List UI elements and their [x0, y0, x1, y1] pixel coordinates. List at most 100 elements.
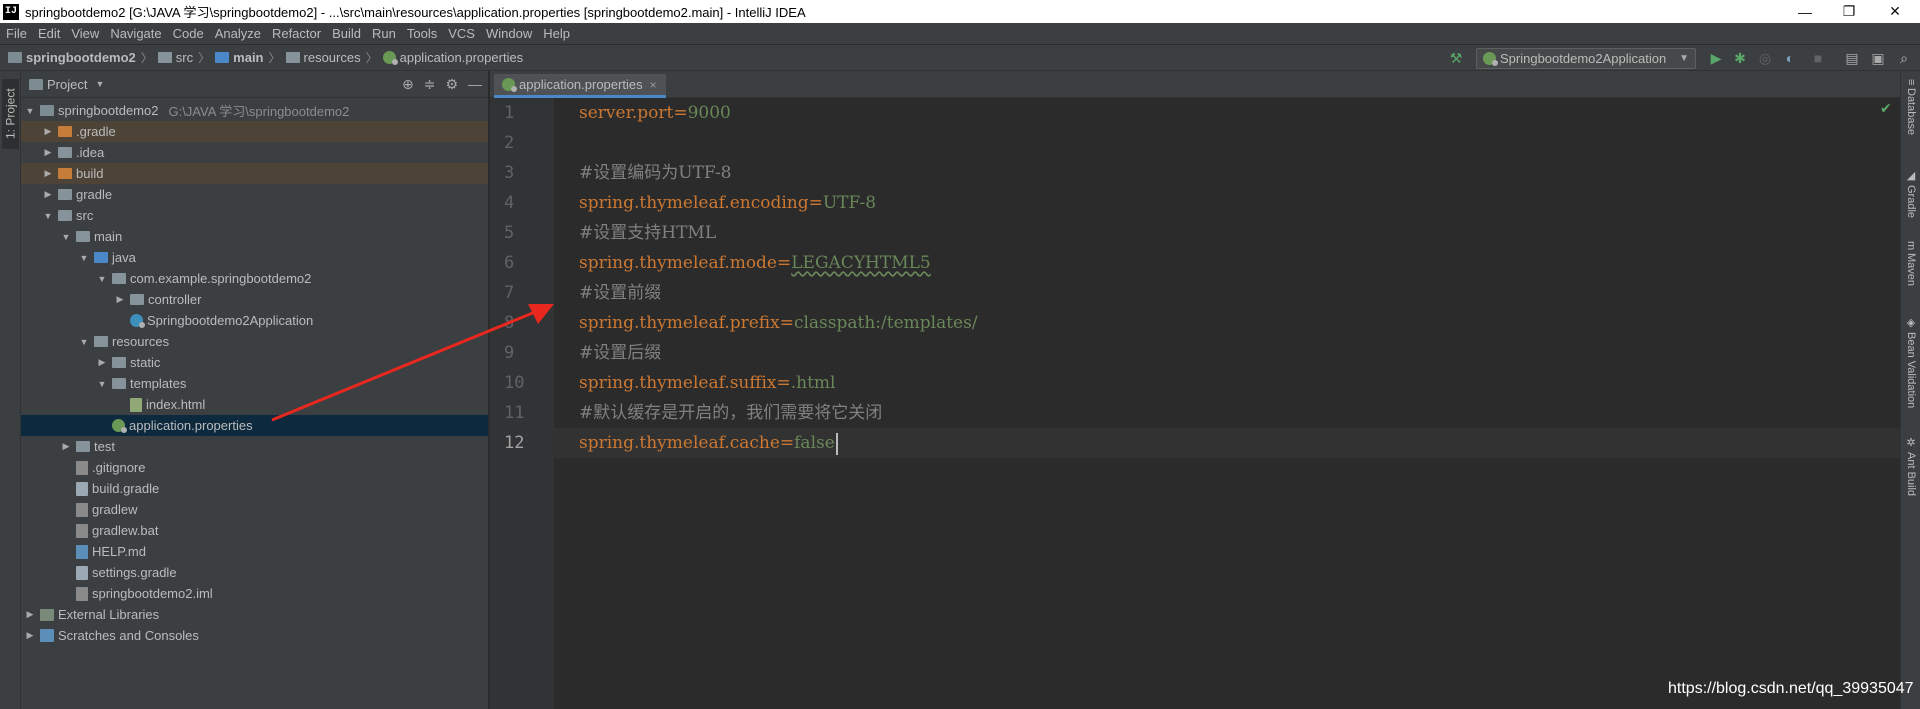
menu-run[interactable]: Run [372, 26, 396, 41]
menu-file[interactable]: File [6, 26, 27, 41]
code-line[interactable]: #设置前缀 [554, 278, 1900, 308]
gradle-tool-tab[interactable]: ◢ Gradle [1903, 169, 1919, 218]
collapsed-arrow-icon[interactable]: ▶ [41, 168, 55, 179]
expanded-arrow-icon[interactable]: ▼ [95, 379, 109, 389]
bean-validation-tool-tab[interactable]: ◈ Bean Validation [1903, 316, 1919, 408]
menu-analyze[interactable]: Analyze [215, 26, 261, 41]
run-icon[interactable]: ▶ [1707, 49, 1725, 67]
project-panel-title[interactable]: Project [47, 77, 87, 92]
debug-icon[interactable]: ✱ [1731, 49, 1749, 67]
menu-view[interactable]: View [71, 26, 99, 41]
close-button[interactable]: ✕ [1872, 0, 1918, 23]
tree-item[interactable]: ▼ com.example.springbootdemo2 [21, 268, 488, 289]
collapsed-arrow-icon[interactable]: ▶ [23, 609, 37, 620]
menu-build[interactable]: Build [332, 26, 361, 41]
hide-icon[interactable]: — [468, 76, 482, 93]
code-line[interactable]: #设置支持HTML [554, 218, 1900, 248]
tree-item[interactable]: ▶ .idea [21, 142, 488, 163]
expanded-arrow-icon[interactable]: ▼ [59, 232, 73, 242]
collapsed-arrow-icon[interactable]: ▶ [41, 147, 55, 158]
expanded-arrow-icon[interactable]: ▼ [77, 337, 91, 347]
tree-item[interactable]: ▶ controller [21, 289, 488, 310]
tree-item[interactable]: ▶ gradle [21, 184, 488, 205]
collapsed-arrow-icon[interactable]: ▶ [95, 357, 109, 368]
hammer-icon[interactable]: ⚒ [1447, 49, 1465, 67]
tree-item[interactable]: ▼ springbootdemo2 G:\JAVA 学习\springbootd… [21, 100, 488, 121]
tree-item[interactable]: build.gradle [21, 478, 488, 499]
tree-item[interactable]: .gitignore [21, 457, 488, 478]
tree-item[interactable]: HELP.md [21, 541, 488, 562]
tree-item[interactable]: ▼ src [21, 205, 488, 226]
collapsed-arrow-icon[interactable]: ▶ [23, 630, 37, 641]
code-line[interactable]: #设置编码为UTF-8 [554, 158, 1900, 188]
menu-help[interactable]: Help [543, 26, 570, 41]
menu-navigate[interactable]: Navigate [110, 26, 161, 41]
collapsed-arrow-icon[interactable]: ▶ [113, 294, 127, 305]
tab-application-properties[interactable]: application.properties × [494, 74, 666, 98]
tree-item[interactable]: Springbootdemo2Application [21, 310, 488, 331]
code-line[interactable]: server.port=9000 [554, 98, 1900, 128]
menu-vcs[interactable]: VCS [448, 26, 475, 41]
expanded-arrow-icon[interactable]: ▼ [23, 106, 37, 116]
current-code-line[interactable]: spring.thymeleaf.cache=false [554, 428, 1900, 458]
code-line[interactable]: #设置后缀 [554, 338, 1900, 368]
breadcrumb-item-main[interactable]: main [233, 50, 263, 65]
run-configuration-select[interactable]: Springbootdemo2Application ▼ [1476, 48, 1696, 69]
code-line[interactable]: spring.thymeleaf.suffix=.html [554, 368, 1900, 398]
chevron-down-icon[interactable]: ▼ [95, 79, 104, 89]
search-icon[interactable]: ⌕ [1895, 49, 1913, 67]
tree-item[interactable]: ▼ templates [21, 373, 488, 394]
tree-item[interactable]: gradlew.bat [21, 520, 488, 541]
menu-window[interactable]: Window [486, 26, 532, 41]
inspection-ok-icon[interactable]: ✔ [1880, 100, 1892, 117]
expanded-arrow-icon[interactable]: ▼ [95, 274, 109, 284]
tree-item[interactable]: ▶ test [21, 436, 488, 457]
breadcrumb-item-resources[interactable]: resources [304, 50, 361, 65]
code-line[interactable]: spring.thymeleaf.encoding=UTF-8 [554, 188, 1900, 218]
code-line[interactable]: spring.thymeleaf.prefix=classpath:/templ… [554, 308, 1900, 338]
tree-item[interactable]: index.html [21, 394, 488, 415]
gear-icon[interactable]: ⚙ [445, 76, 458, 93]
ant-build-tool-tab[interactable]: ✲ Ant Build [1903, 436, 1919, 496]
menu-refactor[interactable]: Refactor [272, 26, 321, 41]
breadcrumb-item-file[interactable]: application.properties [400, 50, 524, 65]
tree-item[interactable]: ▶ External Libraries [21, 604, 488, 625]
collapsed-arrow-icon[interactable]: ▶ [59, 441, 73, 452]
code-editor[interactable]: server.port=9000 #设置编码为UTF-8 spring.thym… [554, 98, 1900, 709]
coverage-icon[interactable]: ◎ [1756, 49, 1774, 67]
tree-item[interactable]: ▶ build [21, 163, 488, 184]
tree-item[interactable]: ▼ java [21, 247, 488, 268]
collapsed-arrow-icon[interactable]: ▶ [41, 189, 55, 200]
profile-icon[interactable]: ◐ [1781, 49, 1799, 67]
menu-tools[interactable]: Tools [407, 26, 437, 41]
tree-item[interactable]: ▶ Scratches and Consoles [21, 625, 488, 646]
code-line[interactable] [554, 128, 1900, 158]
tree-item[interactable]: ▶ .gradle [21, 121, 488, 142]
database-tool-tab[interactable]: ≡ Database [1903, 79, 1919, 136]
tree-item[interactable]: ▼ resources [21, 331, 488, 352]
menu-code[interactable]: Code [173, 26, 204, 41]
collapse-all-icon[interactable]: ≑ [424, 76, 436, 93]
tree-item-selected[interactable]: application.properties [21, 415, 488, 436]
layout-icon[interactable]: ▣ [1869, 49, 1887, 67]
collapsed-arrow-icon[interactable]: ▶ [41, 126, 55, 137]
breadcrumb-item-project[interactable]: springbootdemo2 [26, 50, 136, 65]
tree-item[interactable]: gradlew [21, 499, 488, 520]
expanded-arrow-icon[interactable]: ▼ [77, 253, 91, 263]
tree-item[interactable]: ▼ main [21, 226, 488, 247]
tree-item[interactable]: ▶ static [21, 352, 488, 373]
close-tab-icon[interactable]: × [650, 78, 657, 92]
tree-item[interactable]: springbootdemo2.iml [21, 583, 488, 604]
stop-icon[interactable]: ■ [1809, 49, 1827, 67]
breadcrumb-item-src[interactable]: src [176, 50, 193, 65]
menu-edit[interactable]: Edit [38, 26, 60, 41]
tree-item[interactable]: settings.gradle [21, 562, 488, 583]
restore-button[interactable]: ❐ [1826, 0, 1872, 23]
project-structure-icon[interactable]: ▤ [1843, 49, 1861, 67]
locate-icon[interactable]: ⊕ [402, 76, 414, 93]
project-tool-tab[interactable]: 1: Project [2, 79, 19, 149]
expanded-arrow-icon[interactable]: ▼ [41, 211, 55, 221]
maven-tool-tab[interactable]: m Maven [1903, 241, 1919, 286]
code-line[interactable]: spring.thymeleaf.mode=LEGACYHTML5 [554, 248, 1900, 278]
minimize-button[interactable]: — [1782, 0, 1828, 23]
